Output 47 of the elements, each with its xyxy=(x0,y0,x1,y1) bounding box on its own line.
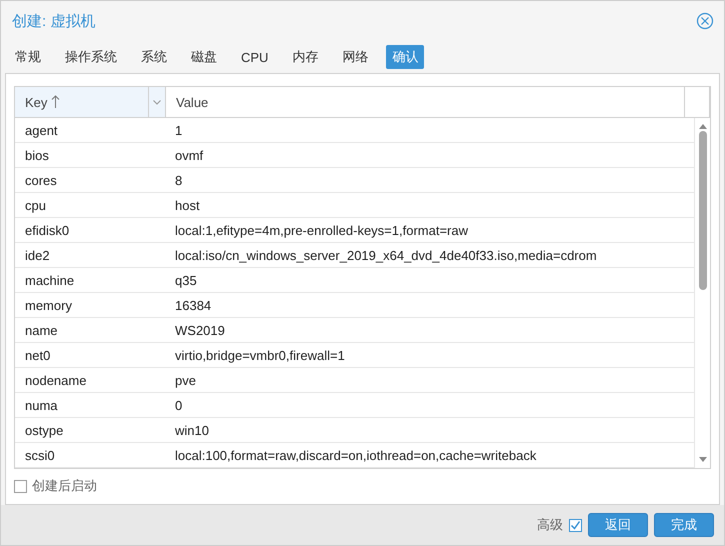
table-cell-text: ide2 xyxy=(24,248,51,262)
scroll-down-icon[interactable] xyxy=(698,457,706,463)
table-cell-text: ovmf xyxy=(174,148,204,162)
close-icon[interactable] xyxy=(696,12,714,30)
table-cell-text: local:100,format=raw,discard=on,iothread=on,cache=writeback xyxy=(174,448,538,462)
table-cell-text: bios xyxy=(24,148,50,162)
table-cell-text: local:iso/cn_windows_server_2019_x64_dvd_4de40f33.iso,media=cdrom xyxy=(174,248,598,262)
table-cell-text: pve xyxy=(174,372,197,388)
checkbox[interactable] xyxy=(14,480,27,492)
table-cell-text: cores xyxy=(24,172,58,188)
window-title: 创建: 虚拟机 xyxy=(12,12,96,30)
table-cell-text: net0 xyxy=(24,348,52,362)
tab[interactable]: CPU xyxy=(235,46,274,68)
tab[interactable]: 常规 xyxy=(9,45,47,69)
table-cell-text: nodename xyxy=(24,372,88,388)
checkbox-label: 创建后启动 xyxy=(32,477,97,495)
table-cell-text: efidisk0 xyxy=(24,222,70,238)
table-cell-text: ostype xyxy=(24,422,64,438)
table-cell-text: 0 xyxy=(174,398,184,412)
table-cell-text: 1 xyxy=(174,122,184,138)
tab[interactable]: 网络 xyxy=(336,45,374,69)
checkbox[interactable] xyxy=(569,518,582,532)
checkbox-label: 高级 xyxy=(537,516,563,534)
table-cell-text: host xyxy=(174,198,201,212)
scrollbar-thumb[interactable] xyxy=(698,131,706,290)
table-cell-text: WS2019 xyxy=(174,322,226,338)
column-header[interactable]: Key xyxy=(15,87,166,117)
table-cell-text: virtio,bridge=vmbr0,firewall=1 xyxy=(174,348,346,362)
table-cell-text: agent xyxy=(24,122,59,138)
table-cell-text: win10 xyxy=(174,422,210,438)
table-cell-text: machine xyxy=(24,272,76,288)
table-cell-text: q35 xyxy=(174,272,198,288)
table-cell-text: cpu xyxy=(24,198,47,212)
caret-icon[interactable] xyxy=(153,100,161,104)
table-cell-text: local:1,efitype=4m,pre-enrolled-keys=1,format=raw xyxy=(174,222,470,238)
tab[interactable]: 内存 xyxy=(286,45,324,69)
table-cell-text: name xyxy=(24,322,59,338)
table-cell-text: numa xyxy=(24,398,59,412)
table-cell-text: 16384 xyxy=(174,298,212,312)
table-cell-text: 8 xyxy=(174,172,184,188)
table-cell-text: scsi0 xyxy=(24,448,56,462)
tab[interactable]: 磁盘 xyxy=(185,45,223,69)
tab[interactable]: 系统 xyxy=(135,45,173,69)
scroll-up-icon[interactable] xyxy=(698,123,706,129)
scrollbar[interactable] xyxy=(694,118,710,468)
tab[interactable]: 操作系统 xyxy=(59,45,123,69)
table-cell-text: memory xyxy=(24,298,73,312)
